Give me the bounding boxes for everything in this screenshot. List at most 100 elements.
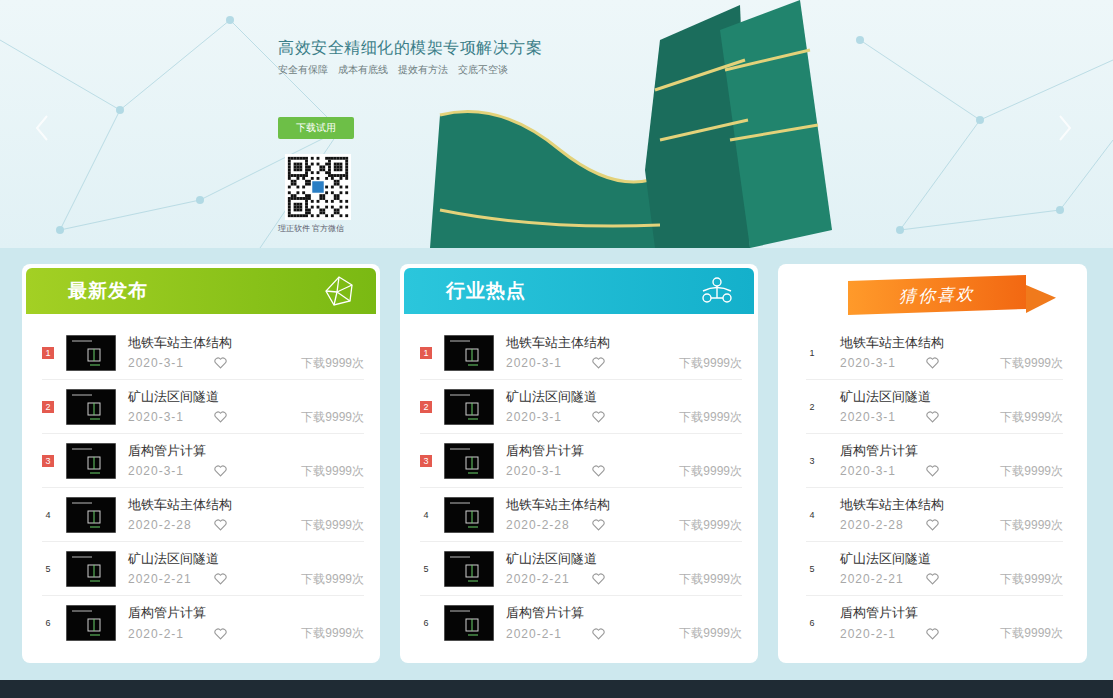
list-row[interactable]: 6盾构管片计算2020-2-1下载9999次 <box>420 596 742 650</box>
list-row[interactable]: 6盾构管片计算2020-2-1下载9999次 <box>806 596 1063 650</box>
list-row[interactable]: 5矿山法区间隧道2020-2-21下载9999次 <box>420 542 742 596</box>
download-count: 下载9999次 <box>671 517 742 534</box>
thumbnail[interactable] <box>66 443 116 479</box>
item-info: 矿山法区间隧道 2020-3-1下载9999次 <box>506 388 742 426</box>
rank-badge: 3 <box>42 455 54 467</box>
subtitle-item: 提效有方法 <box>398 63 448 77</box>
list-row[interactable]: 2矿山法区间隧道2020-3-1下载9999次 <box>420 380 742 434</box>
list-row[interactable]: 3盾构管片计算2020-3-1下载9999次 <box>806 434 1063 488</box>
heart-icon[interactable] <box>214 573 227 585</box>
item-meta: 2020-2-28下载9999次 <box>506 517 742 534</box>
card-title: 最新发布 <box>68 278 148 304</box>
heart-icon[interactable] <box>592 465 605 477</box>
item-date: 2020-2-21 <box>840 572 926 586</box>
heart-icon[interactable] <box>926 411 939 423</box>
download-count: 下载9999次 <box>992 517 1063 534</box>
heart-icon[interactable] <box>926 357 939 369</box>
previous-arrow-icon[interactable] <box>34 114 50 142</box>
list-row[interactable]: 2矿山法区间隧道2020-3-1下载9999次 <box>42 380 364 434</box>
list-card: 行业热点1地铁车站主体结构2020-3-1下载9999次2矿山法区间隧道2020… <box>400 264 758 663</box>
list-row[interactable]: 4地铁车站主体结构2020-2-28下载9999次 <box>806 488 1063 542</box>
heart-icon[interactable] <box>926 465 939 477</box>
building-photo <box>420 0 840 248</box>
item-title[interactable]: 盾构管片计算 <box>128 604 364 622</box>
item-title[interactable]: 矿山法区间隧道 <box>506 550 742 568</box>
list-row[interactable]: 5矿山法区间隧道2020-2-21下载9999次 <box>806 542 1063 596</box>
thumbnail[interactable] <box>66 389 116 425</box>
item-date: 2020-3-1 <box>506 410 592 424</box>
heart-icon[interactable] <box>214 628 227 640</box>
thumbnail[interactable] <box>66 605 116 641</box>
list-row[interactable]: 1地铁车站主体结构2020-3-1下载9999次 <box>806 326 1063 380</box>
item-title[interactable]: 地铁车站主体结构 <box>128 496 364 514</box>
item-title[interactable]: 矿山法区间隧道 <box>506 388 742 406</box>
list-row[interactable]: 4地铁车站主体结构2020-2-28下载9999次 <box>42 488 364 542</box>
item-title[interactable]: 盾构管片计算 <box>840 442 1063 460</box>
next-arrow-icon[interactable] <box>1057 114 1073 142</box>
heart-icon[interactable] <box>214 357 227 369</box>
thumbnail[interactable] <box>66 335 116 371</box>
item-title[interactable]: 地铁车站主体结构 <box>506 496 742 514</box>
thumbnail[interactable] <box>66 551 116 587</box>
list-row[interactable]: 1地铁车站主体结构2020-3-1下载9999次 <box>42 326 364 380</box>
item-date: 2020-3-1 <box>128 410 214 424</box>
heart-icon[interactable] <box>926 573 939 585</box>
people-network-icon <box>700 274 734 308</box>
thumbnail[interactable] <box>444 389 494 425</box>
item-title[interactable]: 地铁车站主体结构 <box>506 334 742 352</box>
download-count: 下载9999次 <box>293 571 364 588</box>
rank-badge: 5 <box>420 563 432 575</box>
list-row[interactable]: 5 矿山法区间隧道 2020-2-21 下载9999次 <box>42 542 364 596</box>
heart-icon[interactable] <box>592 519 605 531</box>
item-title[interactable]: 矿山法区间隧道 <box>128 550 364 568</box>
thumbnail[interactable] <box>444 605 494 641</box>
heart-icon[interactable] <box>592 628 605 640</box>
card-title: 猜你喜欢 <box>899 282 975 308</box>
item-info: 地铁车站主体结构 2020-2-28 下载9999次 <box>128 496 364 534</box>
heart-icon[interactable] <box>214 411 227 423</box>
list-row[interactable]: 4地铁车站主体结构2020-2-28下载9999次 <box>420 488 742 542</box>
heart-icon[interactable] <box>926 628 939 640</box>
item-meta: 2020-2-28下载9999次 <box>840 517 1063 534</box>
thumbnail[interactable] <box>444 443 494 479</box>
banner: 高效安全精细化的模架专项解决方案安全有保障成本有底线提效有方法交底不空谈下载试用… <box>0 0 1113 248</box>
list-row[interactable]: 2矿山法区间隧道2020-3-1下载9999次 <box>806 380 1063 434</box>
card-header: 猜你喜欢 <box>782 278 1083 312</box>
list-row[interactable]: 6盾构管片计算2020-2-1下载9999次 <box>42 596 364 650</box>
rank-badge: 5 <box>42 563 54 575</box>
qr-caption: 理正软件 官方微信 <box>278 223 344 234</box>
item-title[interactable]: 盾构管片计算 <box>506 442 742 460</box>
thumbnail[interactable] <box>444 335 494 371</box>
heart-icon[interactable] <box>592 573 605 585</box>
heart-icon[interactable] <box>214 519 227 531</box>
item-meta: 2020-2-28 下载9999次 <box>128 517 364 534</box>
item-title[interactable]: 地铁车站主体结构 <box>840 334 1063 352</box>
download-count: 下载9999次 <box>992 355 1063 372</box>
rank-badge: 1 <box>806 347 818 359</box>
heart-icon[interactable] <box>214 465 227 477</box>
heart-icon[interactable] <box>926 519 939 531</box>
item-date: 2020-2-28 <box>128 518 214 532</box>
thumbnail[interactable] <box>444 551 494 587</box>
download-count: 下载9999次 <box>992 463 1063 480</box>
item-meta: 2020-3-1下载9999次 <box>506 409 742 426</box>
heart-icon[interactable] <box>592 411 605 423</box>
list-row[interactable]: 3盾构管片计算2020-3-1下载9999次 <box>42 434 364 488</box>
item-title[interactable]: 盾构管片计算 <box>506 604 742 622</box>
thumbnail[interactable] <box>444 497 494 533</box>
item-title[interactable]: 盾构管片计算 <box>840 604 1063 622</box>
thumbnail[interactable] <box>66 497 116 533</box>
item-title[interactable]: 盾构管片计算 <box>128 442 364 460</box>
item-title[interactable]: 矿山法区间隧道 <box>128 388 364 406</box>
list-row[interactable]: 1地铁车站主体结构2020-3-1下载9999次 <box>420 326 742 380</box>
item-title[interactable]: 地铁车站主体结构 <box>840 496 1063 514</box>
item-title[interactable]: 矿山法区间隧道 <box>840 550 1063 568</box>
download-count: 下载9999次 <box>293 517 364 534</box>
heart-icon[interactable] <box>592 357 605 369</box>
item-date: 2020-2-21 <box>128 572 214 586</box>
item-title[interactable]: 矿山法区间隧道 <box>840 388 1063 406</box>
list-row[interactable]: 3盾构管片计算2020-3-1下载9999次 <box>420 434 742 488</box>
download-button[interactable]: 下载试用 <box>278 117 354 139</box>
download-count: 下载9999次 <box>671 355 742 372</box>
item-title[interactable]: 地铁车站主体结构 <box>128 334 364 352</box>
